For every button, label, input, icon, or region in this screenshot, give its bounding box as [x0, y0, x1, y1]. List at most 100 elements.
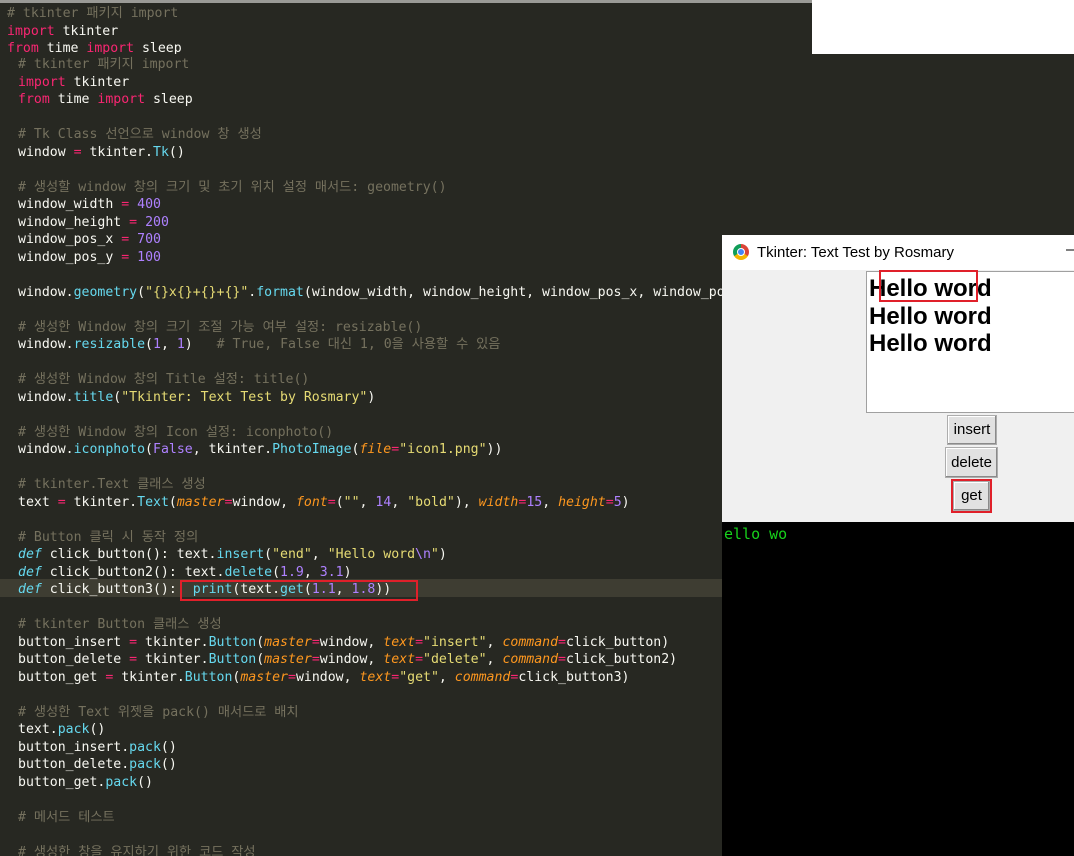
code-token: ( [168, 494, 177, 510]
code-token: False [153, 442, 193, 457]
code-token: "insert" [423, 634, 487, 650]
code-line: # 생성한 Window 창의 Icon 설정: iconphoto() [18, 424, 333, 441]
terminal-output-text: ello wo [724, 525, 788, 543]
code-token: = [391, 669, 400, 685]
print-call-highlight-box [180, 580, 418, 601]
code-token: window, [232, 494, 296, 510]
code-token: pack [57, 722, 90, 737]
code-token: click_button2) [565, 652, 678, 667]
code-token: = [129, 214, 138, 230]
code-token: () [160, 739, 177, 755]
code-token: # 생성한 Window 창의 Title 설정: title() [18, 372, 310, 387]
code-token: )) [486, 442, 503, 457]
code-token: ( [145, 337, 153, 352]
code-token: # 생성한 Window 창의 Icon 설정: iconphoto() [18, 424, 334, 440]
code-token: window, [295, 669, 360, 685]
code-token: ) [438, 547, 447, 562]
code-token: def [18, 564, 42, 580]
tkinter-titlebar[interactable]: Tkinter: Text Test by Rosmary – [722, 235, 1074, 270]
code-token: = [121, 197, 130, 212]
code-token: window. [18, 389, 74, 405]
code-token: " [430, 547, 439, 562]
code-token: 5 [613, 494, 622, 510]
code-token: master [264, 652, 312, 667]
code-token: = [121, 249, 130, 265]
code-token: window_height [18, 214, 130, 230]
code-token: sleep [134, 41, 182, 54]
code-token: tkinter. [113, 669, 185, 685]
code-token: button_get [18, 669, 106, 685]
code-token: width [478, 494, 519, 510]
code-token: click_button(): text. [41, 547, 217, 562]
code-token: # 생성한 Window 창의 크기 조절 가능 여부 설정: resizabl… [18, 319, 423, 335]
code-line: window_pos_x = 700 [18, 231, 161, 248]
code-token: time [38, 41, 87, 54]
code-token: button_delete [18, 652, 130, 667]
code-token: def [18, 547, 42, 562]
code-token: # True, False 대신 1, 0을 사용할 수 있음 [216, 337, 501, 352]
code-token: ( [256, 652, 265, 667]
code-token: 200 [145, 214, 169, 230]
code-token: # Button 클릭 시 동작 정의 [18, 529, 199, 545]
code-token: = [129, 634, 138, 650]
code-token: = [311, 652, 320, 667]
code-token: import [7, 23, 55, 39]
code-token: button_insert. [18, 739, 130, 755]
code-token: ) [343, 564, 352, 580]
code-token: Button [208, 652, 257, 667]
code-line: # 메서드 테스트 [18, 809, 115, 826]
code-token: 700 [137, 232, 161, 247]
code-token: () [89, 722, 106, 737]
window-title: Tkinter: Text Test by Rosmary [757, 244, 955, 261]
code-line: # tkinter 패키지 import [7, 5, 178, 22]
code-line: window_width = 400 [18, 196, 161, 213]
code-line: # 생성한 Window 창의 Title 설정: title() [18, 371, 309, 388]
tkinter-window: Tkinter: Text Test by Rosmary – Hello wo… [722, 235, 1074, 522]
code-line: # 생성할 window 창의 크기 및 초기 위치 설정 매서드: geome… [18, 179, 447, 196]
code-token: click_button2(): text. [41, 564, 225, 580]
minimize-button[interactable]: – [1066, 241, 1074, 258]
text-line: Hello word [869, 303, 992, 330]
code-token: "end" [272, 547, 312, 562]
code-token: from [7, 41, 39, 54]
code-line: button_get = tkinter.Button(master=windo… [18, 669, 629, 686]
code-token: 1 [153, 337, 161, 352]
code-token: insert [216, 547, 265, 562]
code-line: window_height = 200 [18, 214, 169, 231]
code-token: # 생성한 창을 유지하기 위한 코드 작성 [18, 844, 256, 856]
code-token: "bold" [407, 494, 455, 510]
code-token: , [359, 494, 376, 510]
code-token: # 생성할 window 창의 크기 및 초기 위치 설정 매서드: geome… [18, 179, 447, 195]
code-token: = [391, 442, 400, 457]
code-token: window_pos_y [18, 249, 122, 265]
code-token: text [359, 669, 392, 685]
editor-background-pane: # tkinter 패키지 import import tkinter from t… [0, 0, 812, 54]
code-token: tkinter [65, 74, 130, 90]
code-token: "get" [399, 669, 439, 685]
code-token: Button [184, 669, 233, 685]
app-icon [733, 244, 749, 260]
code-token: , [311, 547, 328, 562]
code-token: master [240, 669, 288, 685]
code-token: = [311, 634, 320, 650]
code-line: window.iconphoto(False, tkinter.PhotoIma… [18, 441, 502, 458]
code-line: window.geometry("{}x{}+{}+{}".format(win… [18, 284, 764, 301]
insert-button[interactable]: insert [947, 415, 997, 445]
code-token: Text [137, 494, 169, 510]
code-token: window. [18, 337, 74, 352]
code-token: 1.9 [280, 564, 304, 580]
get-button-highlight-box [951, 479, 992, 513]
code-token: window. [18, 284, 74, 300]
code-token: ) [184, 337, 217, 352]
code-token: resizable [73, 337, 146, 352]
code-token: from [18, 92, 50, 107]
text-line: Hello word [869, 330, 992, 357]
code-line: button_delete = tkinter.Button(master=wi… [18, 651, 677, 668]
code-token: # tkinter.Text 클래스 생성 [18, 477, 206, 492]
code-token: = [415, 634, 424, 650]
code-token: ( [145, 442, 153, 457]
code-token: 3.1 [319, 564, 344, 580]
delete-button[interactable]: delete [945, 447, 998, 478]
code-token: ( [272, 564, 281, 580]
